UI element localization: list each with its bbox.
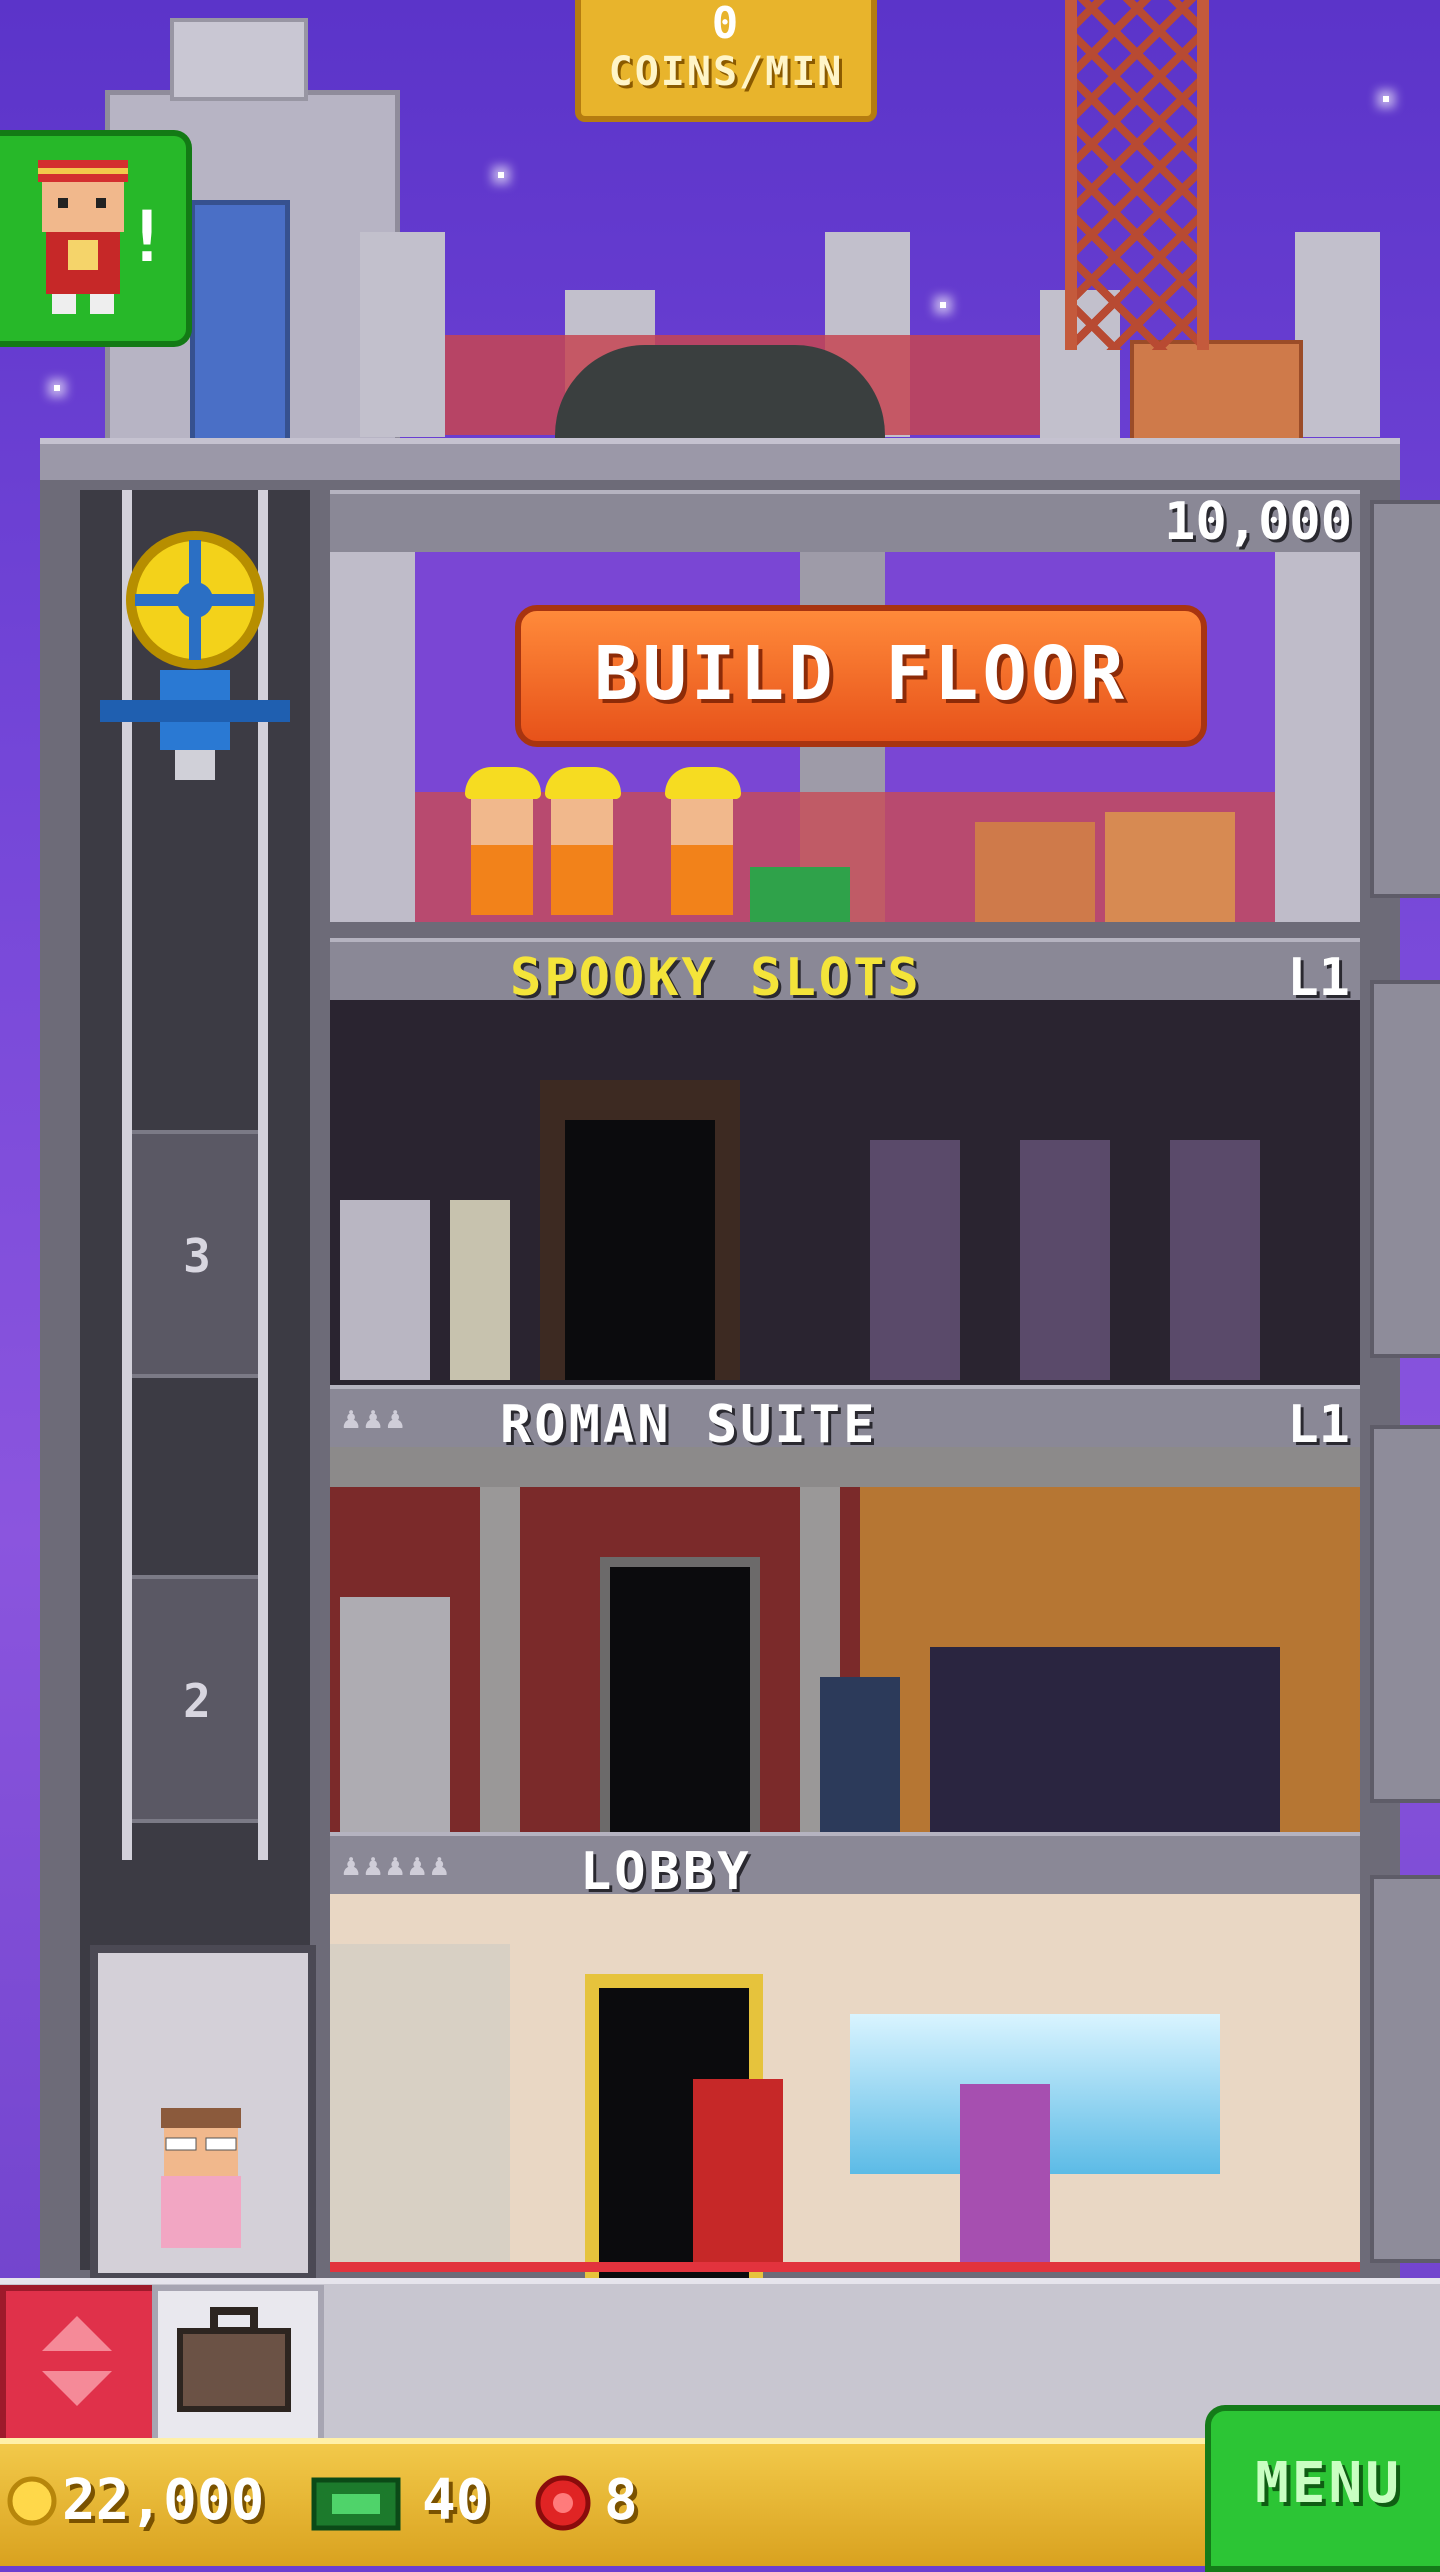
floor-level: L1 xyxy=(1287,948,1350,1008)
bellhop xyxy=(693,2079,783,2272)
floor-spooky-slots[interactable]: SPOOKY SLOTS L1 xyxy=(330,938,1360,1385)
floor-name: SPOOKY SLOTS xyxy=(510,948,922,1008)
tickets-amount: 8 xyxy=(604,2468,638,2533)
zombie-guest xyxy=(340,1200,430,1380)
resident-count-icons: ♟♟♟ xyxy=(342,1401,409,1436)
bellhop-notification-button[interactable]: ! xyxy=(0,130,192,347)
briefcase-button[interactable] xyxy=(152,2285,324,2445)
elevator-up-down-icon xyxy=(42,2316,112,2406)
roman-cornice xyxy=(330,1447,1360,1487)
floor-name: LOBBY xyxy=(580,1842,752,1902)
bellhop-notification-icon xyxy=(38,160,128,314)
tower-side-block xyxy=(1370,1425,1440,1803)
roof-vent xyxy=(170,18,308,101)
coins-amount: 22,000 xyxy=(62,2468,265,2533)
construction-worker xyxy=(545,767,621,917)
roof-crate xyxy=(1130,340,1303,446)
roof-dome xyxy=(555,345,885,440)
bux-icon xyxy=(311,2477,401,2531)
menu-button[interactable]: MENU xyxy=(1205,2405,1440,2572)
geisha-worker xyxy=(1020,1140,1110,1380)
coins-per-min-value: 0 xyxy=(711,0,741,49)
coin-icon xyxy=(7,2476,57,2526)
roman-suite-room xyxy=(330,1447,1360,1852)
bux-amount: 40 xyxy=(422,2468,490,2533)
tower-side-block xyxy=(1370,500,1440,898)
tower-side-block xyxy=(1370,1875,1440,2263)
floor-level: L1 xyxy=(1287,1395,1350,1455)
lobby-carpet-edge xyxy=(330,2262,1360,2272)
floor-roman-suite[interactable]: ♟♟♟ ROMAN SUITE L1 xyxy=(330,1385,1360,1852)
lobby-room xyxy=(330,1894,1360,2300)
roman-column xyxy=(480,1487,520,1832)
elevator-motor-icon[interactable] xyxy=(100,520,290,800)
elevator-up-down-button[interactable] xyxy=(0,2285,164,2445)
guest-bitizen xyxy=(820,1677,900,1832)
toolbox xyxy=(750,867,850,922)
geisha-worker xyxy=(870,1140,960,1380)
geisha-worker xyxy=(1170,1140,1260,1380)
floor-lobby[interactable]: ♟♟♟♟♟ LOBBY xyxy=(330,1832,1360,2300)
elevator-floor-marker: 2 xyxy=(128,1575,266,1823)
ticket-icon xyxy=(535,2475,591,2531)
construction-pillar xyxy=(1275,552,1360,922)
slot-machine xyxy=(450,1200,510,1380)
construction-crane xyxy=(1065,0,1209,350)
floor-title-bar: ♟♟♟♟♟ LOBBY xyxy=(330,1832,1360,1902)
briefcase-icon xyxy=(177,2307,291,2412)
floor-title-bar: ♟♟♟ ROMAN SUITE L1 xyxy=(330,1385,1360,1455)
crate xyxy=(975,822,1095,922)
construction-worker xyxy=(665,767,741,917)
elevator-floor-number: 3 xyxy=(183,1229,211,1283)
tower-side-block xyxy=(1370,980,1440,1358)
statue xyxy=(340,1597,450,1832)
door-opening xyxy=(565,1120,715,1380)
roof-pillar xyxy=(1295,232,1380,437)
floor-title-bar: SPOOKY SLOTS L1 xyxy=(330,938,1360,1008)
roof-pillar xyxy=(360,232,445,437)
lobby-elevator-wall xyxy=(330,1944,510,2272)
coins-per-min-sign: 0 COINS/MIN xyxy=(575,0,877,122)
elevator-floor-number: 2 xyxy=(183,1674,211,1728)
construction-pillar xyxy=(330,552,415,922)
construction-worker xyxy=(465,767,541,917)
build-floor-button[interactable]: BUILD FLOOR xyxy=(515,605,1207,747)
elevator-passenger xyxy=(161,2108,241,2248)
crate xyxy=(1105,812,1235,922)
guest-bitizen xyxy=(960,2084,1050,2272)
door-opening xyxy=(600,1557,760,1852)
notification-alert-mark: ! xyxy=(125,196,168,278)
elevator-cab[interactable] xyxy=(90,1945,316,2281)
spooky-slots-room xyxy=(330,1000,1360,1385)
elevator-floor-marker: 3 xyxy=(128,1130,266,1378)
window-view xyxy=(930,1647,1280,1832)
roof-door xyxy=(190,200,290,445)
build-floor-cost: 10,000 xyxy=(1164,492,1352,552)
resident-count-icons: ♟♟♟♟♟ xyxy=(342,1848,453,1883)
floor-name: ROMAN SUITE xyxy=(500,1395,878,1455)
coins-per-min-label: COINS/MIN xyxy=(608,49,844,95)
